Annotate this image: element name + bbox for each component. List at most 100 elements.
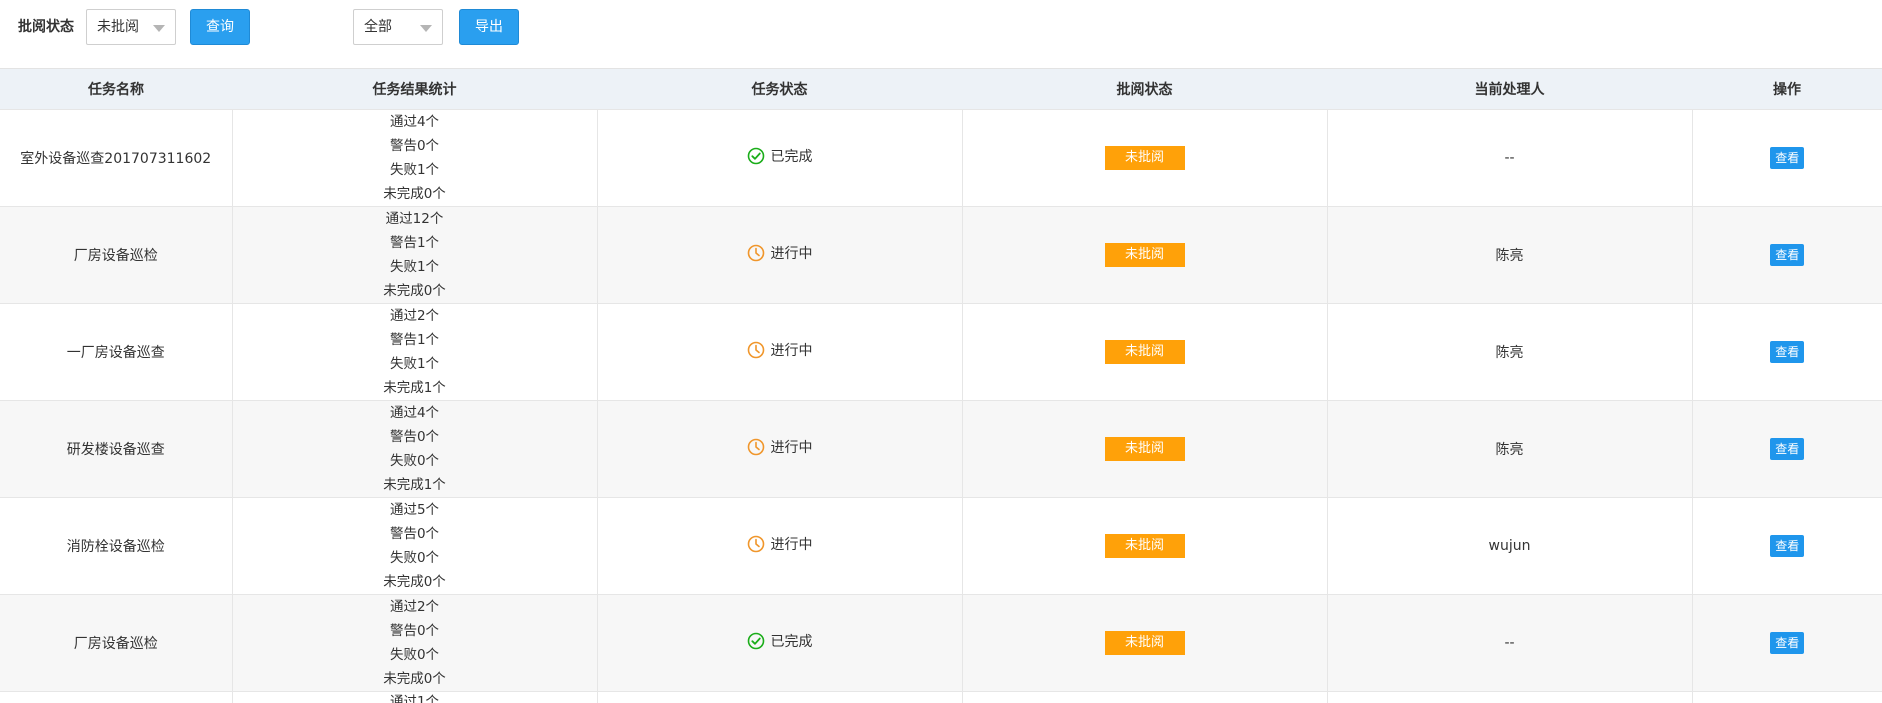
column-header-task-name[interactable]: 任务名称 bbox=[0, 69, 232, 110]
task-status-text: 进行中 bbox=[770, 537, 813, 553]
column-header-task-status[interactable]: 任务状态 bbox=[597, 69, 962, 110]
result-stat-line: 警告1个 bbox=[389, 331, 440, 348]
current-handler: -- bbox=[1504, 634, 1515, 651]
clock-icon bbox=[747, 341, 765, 359]
task-name-cell: 一厂房设备巡查 bbox=[0, 303, 233, 401]
handler-cell: 陈亮 bbox=[1327, 400, 1693, 498]
result-stat-line: 警告1个 bbox=[389, 234, 440, 251]
current-handler: wujun bbox=[1488, 537, 1531, 554]
review-status-cell: 未批阅 bbox=[962, 303, 1328, 401]
clock-icon bbox=[747, 244, 765, 262]
filter-toolbar: 批阅状态 未批阅 查询 全部 导出 bbox=[0, 0, 1882, 68]
action-cell: 查看 bbox=[1692, 206, 1882, 304]
task-name: 一厂房设备巡查 bbox=[66, 344, 165, 361]
task-status-cell: 进行中 bbox=[597, 303, 963, 401]
query-button[interactable]: 查询 bbox=[190, 9, 250, 45]
review-status-badge: 未批阅 bbox=[1104, 339, 1185, 364]
result-stats-cell: 通过5个警告0个失败0个未完成0个 bbox=[232, 497, 598, 595]
current-handler: 陈亮 bbox=[1495, 344, 1524, 361]
review-status-cell: 未批阅 bbox=[962, 400, 1328, 498]
task-name-cell: 室外设备巡查201707311602 bbox=[0, 109, 233, 207]
task-status-cell: 进行中 bbox=[597, 497, 963, 595]
task-name: 厂房设备巡检 bbox=[73, 247, 158, 264]
review-status-label: 批阅状态 bbox=[18, 19, 74, 35]
view-button[interactable]: 查看 bbox=[1770, 437, 1805, 460]
result-stat-line: 警告0个 bbox=[389, 525, 440, 542]
task-status-text: 进行中 bbox=[770, 246, 813, 262]
column-header-actions: 操作 bbox=[1692, 69, 1882, 110]
result-stat-line: 未完成1个 bbox=[383, 476, 446, 493]
table-row: 厂房设备巡检 通过12个 警告1个 失败1个 未完成0个 进行中 未批阅 陈亮 查看 bbox=[0, 206, 1882, 304]
action-cell: 查看 bbox=[1692, 109, 1882, 207]
task-status-text: 已完成 bbox=[770, 634, 813, 650]
result-stat-line: 通过1个 bbox=[389, 693, 440, 703]
result-stats-cell: 通过12个 警告1个 失败1个 未完成0个 bbox=[232, 206, 598, 304]
task-name: 研发楼设备巡查 bbox=[66, 441, 165, 458]
task-status-cell: 已完成 bbox=[597, 109, 963, 207]
review-status-badge: 未批阅 bbox=[1104, 436, 1185, 461]
result-stats-cell: 通过2个 警告1个 失败1个 未完成1个 bbox=[232, 303, 598, 401]
table-header-row: 任务名称 任务结果统计 任务状态 批阅状态 当前处理人 操作 bbox=[0, 69, 1882, 110]
scope-value: 全部 bbox=[364, 19, 392, 35]
view-button[interactable]: 查看 bbox=[1770, 243, 1805, 266]
table-row: 室外设备巡查201707311602 通过4个 警告0个 失败1个 未完成0个 已完成 未批… bbox=[0, 109, 1882, 207]
clock-icon bbox=[747, 535, 765, 553]
review-status-badge: 未批阅 bbox=[1104, 630, 1185, 655]
scope-select[interactable]: 全部 bbox=[353, 9, 443, 45]
result-stat-line: 通过2个 bbox=[389, 598, 440, 615]
action-cell: 查看 bbox=[1692, 594, 1882, 692]
result-stat-line: 未完成1个 bbox=[383, 379, 446, 396]
review-status-cell: 未批阅 bbox=[962, 497, 1328, 595]
task-name: 消防栓设备巡检 bbox=[66, 538, 165, 555]
result-stat-line: 通过5个 bbox=[389, 501, 440, 518]
task-name-cell: 厂房设备巡检 bbox=[0, 594, 233, 692]
result-stats-cell: 通过4个 警告0个 失败0个 未完成1个 bbox=[232, 400, 598, 498]
export-button[interactable]: 导出 bbox=[459, 9, 519, 45]
view-button[interactable]: 查看 bbox=[1770, 146, 1805, 169]
review-status-cell: 未批阅 bbox=[962, 206, 1328, 304]
result-stat-line: 通过2个 bbox=[389, 307, 440, 324]
table-row: 一厂房设备巡查 通过2个 警告1个 失败1个 未完成1个 进行中 未批阅 陈亮 查看 bbox=[0, 303, 1882, 401]
column-header-result-stats[interactable]: 任务结果统计 bbox=[232, 69, 597, 110]
check-circle-icon bbox=[747, 147, 765, 165]
result-stat-line: 失败0个 bbox=[389, 549, 440, 566]
result-stat-line: 警告0个 bbox=[389, 428, 440, 445]
action-cell: 查看 bbox=[1692, 497, 1882, 595]
result-stat-line: 未完成0个 bbox=[383, 670, 446, 687]
handler-cell: 陈亮 bbox=[1327, 206, 1693, 304]
task-status-text: 进行中 bbox=[770, 440, 813, 456]
action-cell: 查看 bbox=[1692, 400, 1882, 498]
task-status-cell: 进行中 bbox=[597, 400, 963, 498]
column-header-current-handler[interactable]: 当前处理人 bbox=[1327, 69, 1692, 110]
handler-cell: wujun bbox=[1327, 497, 1693, 595]
view-button[interactable]: 查看 bbox=[1770, 340, 1805, 363]
task-name-cell: 消防栓设备巡检 bbox=[0, 497, 233, 595]
view-button[interactable]: 查看 bbox=[1770, 631, 1805, 654]
chevron-down-icon bbox=[153, 25, 165, 32]
table-row: 消防栓设备巡检 通过5个警告0个失败0个未完成0个 进行中 未批阅 wujun 查看 bbox=[0, 497, 1882, 595]
result-stat-line: 失败1个 bbox=[389, 258, 440, 275]
result-stat-line: 未完成0个 bbox=[383, 185, 446, 202]
result-stat-line: 失败0个 bbox=[389, 452, 440, 469]
review-status-badge: 未批阅 bbox=[1104, 533, 1185, 558]
task-name-cell: 研发楼设备巡查 bbox=[0, 400, 233, 498]
current-handler: 陈亮 bbox=[1495, 247, 1524, 264]
task-status-text: 进行中 bbox=[770, 343, 813, 359]
view-button[interactable]: 查看 bbox=[1770, 534, 1805, 557]
task-status-cell: 进行中 bbox=[597, 206, 963, 304]
table-row-partial: 通过1个 bbox=[0, 691, 1882, 703]
task-status-cell: 已完成 bbox=[597, 594, 963, 692]
handler-cell: -- bbox=[1327, 594, 1693, 692]
task-name-cell: 厂房设备巡检 bbox=[0, 206, 233, 304]
review-status-badge: 未批阅 bbox=[1104, 242, 1185, 267]
review-status-badge: 未批阅 bbox=[1104, 145, 1185, 170]
review-status-value: 未批阅 bbox=[97, 19, 139, 35]
result-stat-line: 未完成0个 bbox=[383, 573, 446, 590]
column-header-review-status[interactable]: 批阅状态 bbox=[962, 69, 1327, 110]
handler-cell: -- bbox=[1327, 109, 1693, 207]
task-table: 任务名称 任务结果统计 任务状态 批阅状态 当前处理人 操作 室外设备巡查201… bbox=[0, 68, 1882, 703]
result-stat-line: 失败0个 bbox=[389, 646, 440, 663]
review-status-select[interactable]: 未批阅 bbox=[86, 9, 176, 45]
review-status-cell: 未批阅 bbox=[962, 109, 1328, 207]
task-name: 室外设备巡查201707311602 bbox=[20, 150, 212, 167]
